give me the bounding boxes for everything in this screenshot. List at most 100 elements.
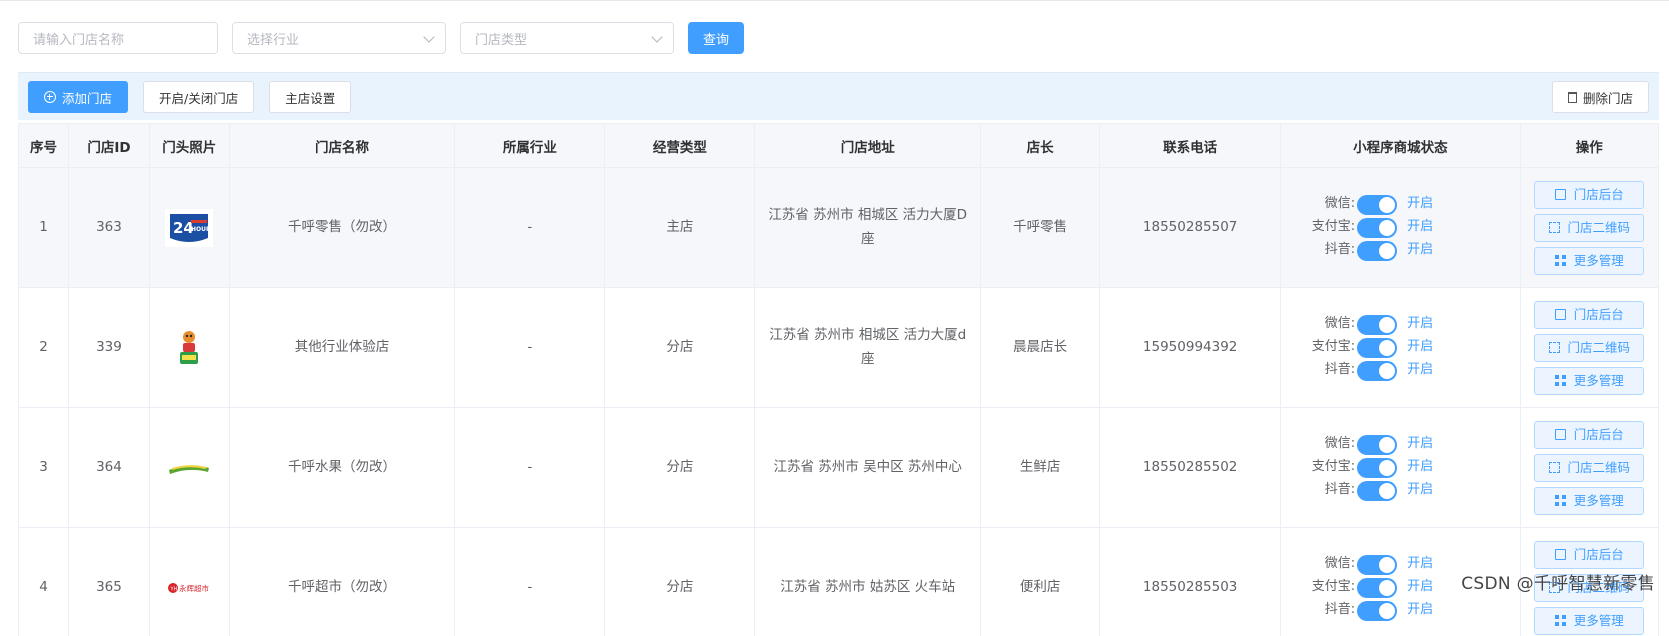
alipay-toggle[interactable]	[1357, 457, 1398, 478]
delete-store-button[interactable]: 删除门店	[1551, 81, 1649, 113]
delete-store-label: 删除门店	[1582, 90, 1633, 106]
more-management-button[interactable]: 更多管理	[1534, 486, 1645, 515]
store-name-placeholder: 请输入门店名称	[33, 32, 125, 48]
industry-placeholder: 选择行业	[247, 32, 300, 48]
douyin-label: 抖音:	[1324, 482, 1356, 498]
store-qrcode-button[interactable]: 门店二维码	[1534, 453, 1645, 482]
cell-no: 1	[17, 167, 70, 288]
main-store-settings-button[interactable]: 主店设置	[269, 81, 352, 113]
edit-icon	[1554, 549, 1566, 560]
store-backend-label: 门店后台	[1573, 306, 1624, 322]
store-backend-button[interactable]: 门店后台	[1534, 180, 1645, 209]
wechat-label: 微信:	[1324, 556, 1356, 572]
store-qrcode-button[interactable]: 门店二维码	[1534, 213, 1645, 242]
wechat-label: 微信:	[1324, 316, 1356, 332]
col-header-phone: 联系电话	[1099, 123, 1282, 168]
scan-icon	[1548, 342, 1560, 353]
cell-manager: 千呼零售	[980, 167, 1101, 288]
cell-no: 4	[17, 527, 70, 636]
edit-icon	[1554, 189, 1566, 200]
wechat-status-text: 开启	[1407, 436, 1434, 452]
cell-industry: -	[454, 527, 606, 636]
cell-mini-program-status: 微信: 开启 支付宝: 开启 抖音: 开启	[1280, 167, 1521, 288]
scan-icon	[1548, 462, 1560, 473]
industry-select[interactable]: 选择行业	[232, 22, 446, 54]
wechat-toggle[interactable]	[1357, 434, 1398, 455]
wechat-label: 微信:	[1324, 436, 1356, 452]
more-management-button[interactable]: 更多管理	[1534, 606, 1645, 635]
toggle-store-label: 开启/关闭门店	[159, 90, 239, 106]
search-bar: 请输入门店名称 选择行业 门店类型 查询	[18, 22, 744, 54]
cell-industry: -	[454, 167, 606, 288]
store-backend-label: 门店后台	[1573, 546, 1624, 562]
cell-business-type: 分店	[604, 407, 756, 528]
douyin-toggle[interactable]	[1357, 600, 1398, 621]
store-qrcode-button[interactable]: 门店二维码	[1534, 333, 1645, 362]
query-button[interactable]: 查询	[688, 22, 744, 54]
table-row[interactable]: 4 365 YH 永辉超市 千呼超市（勿改） - 分店 江苏省 苏州市 姑苏区 …	[17, 527, 1660, 636]
edit-icon	[1554, 309, 1566, 320]
cell-industry: -	[454, 407, 606, 528]
store-logo-24hour: 24 HOUR	[165, 208, 214, 247]
store-backend-button[interactable]: 门店后台	[1534, 300, 1645, 329]
cell-address: 江苏省 苏州市 相城区 活力大厦d座	[754, 287, 982, 408]
more-management-button[interactable]: 更多管理	[1534, 246, 1645, 275]
edit-icon	[1554, 429, 1566, 440]
cell-no: 3	[17, 407, 70, 528]
douyin-status-text: 开启	[1407, 482, 1434, 498]
add-store-button[interactable]: 添加门店	[28, 81, 129, 113]
table-row[interactable]: 3 364 千呼水果（勿改） - 分店 江苏省 苏州市 吴中区 苏州中心 生鲜店…	[17, 407, 1660, 528]
alipay-status-text: 开启	[1407, 459, 1434, 475]
wechat-toggle[interactable]	[1357, 554, 1398, 575]
cell-no: 2	[17, 287, 70, 408]
col-header-address: 门店地址	[754, 123, 982, 168]
toggle-store-button[interactable]: 开启/关闭门店	[143, 81, 255, 113]
col-header-store-name: 门店名称	[228, 123, 456, 168]
cell-address: 江苏省 苏州市 吴中区 苏州中心	[754, 407, 982, 528]
alipay-toggle[interactable]	[1357, 577, 1398, 598]
store-name-input[interactable]: 请输入门店名称	[18, 22, 218, 54]
douyin-status-text: 开启	[1407, 362, 1434, 378]
table-row[interactable]: 1 363 24 HOUR 千呼零售（勿改） - 主店 江苏省 苏州市 相城区 …	[17, 167, 1660, 288]
store-type-select[interactable]: 门店类型	[460, 22, 674, 54]
cell-industry: -	[454, 287, 606, 408]
wechat-status-text: 开启	[1407, 196, 1434, 212]
store-backend-button[interactable]: 门店后台	[1534, 420, 1645, 449]
alipay-toggle[interactable]	[1357, 217, 1398, 238]
douyin-label: 抖音:	[1324, 602, 1356, 618]
table-row[interactable]: 2 339 其他行业体验店 - 分店 江苏省 苏州市 相城区 活力大厦d座 晨晨…	[17, 287, 1660, 408]
douyin-toggle[interactable]	[1357, 240, 1398, 261]
grid-icon	[1554, 255, 1566, 266]
wechat-toggle[interactable]	[1357, 194, 1398, 215]
wechat-status-text: 开启	[1407, 556, 1434, 572]
col-header-photo: 门头照片	[148, 123, 230, 168]
col-header-actions: 操作	[1519, 123, 1660, 168]
douyin-toggle[interactable]	[1357, 360, 1398, 381]
store-backend-label: 门店后台	[1573, 426, 1624, 442]
cell-store-id: 364	[68, 407, 150, 528]
alipay-toggle[interactable]	[1357, 337, 1398, 358]
cell-store-name: 千呼超市（勿改）	[228, 527, 456, 636]
store-backend-label: 门店后台	[1573, 186, 1624, 202]
more-management-button[interactable]: 更多管理	[1534, 366, 1645, 395]
wechat-status-text: 开启	[1407, 316, 1434, 332]
cell-address: 江苏省 苏州市 相城区 活力大厦D座	[754, 167, 982, 288]
table-header-row: 序号 门店ID 门头照片 门店名称 所属行业 经营类型 门店地址 店长 联系电话…	[17, 123, 1660, 168]
alipay-label: 支付宝:	[1311, 579, 1356, 595]
alipay-status-text: 开启	[1407, 219, 1434, 235]
cell-phone: 18550285503	[1099, 527, 1282, 636]
add-circle-icon	[44, 91, 56, 103]
cell-manager: 生鲜店	[980, 407, 1101, 528]
douyin-toggle[interactable]	[1357, 480, 1398, 501]
cell-photo	[148, 287, 230, 408]
store-qrcode-label: 门店二维码	[1567, 219, 1631, 235]
add-store-label: 添加门店	[62, 90, 113, 106]
cell-manager: 便利店	[980, 527, 1101, 636]
alipay-status-text: 开启	[1407, 579, 1434, 595]
wechat-label: 微信:	[1324, 196, 1356, 212]
wechat-toggle[interactable]	[1357, 314, 1398, 335]
grid-icon	[1554, 375, 1566, 386]
cell-actions: 门店后台 门店二维码 更多管理	[1519, 287, 1660, 408]
store-backend-button[interactable]: 门店后台	[1534, 540, 1645, 569]
store-qrcode-label: 门店二维码	[1567, 459, 1631, 475]
